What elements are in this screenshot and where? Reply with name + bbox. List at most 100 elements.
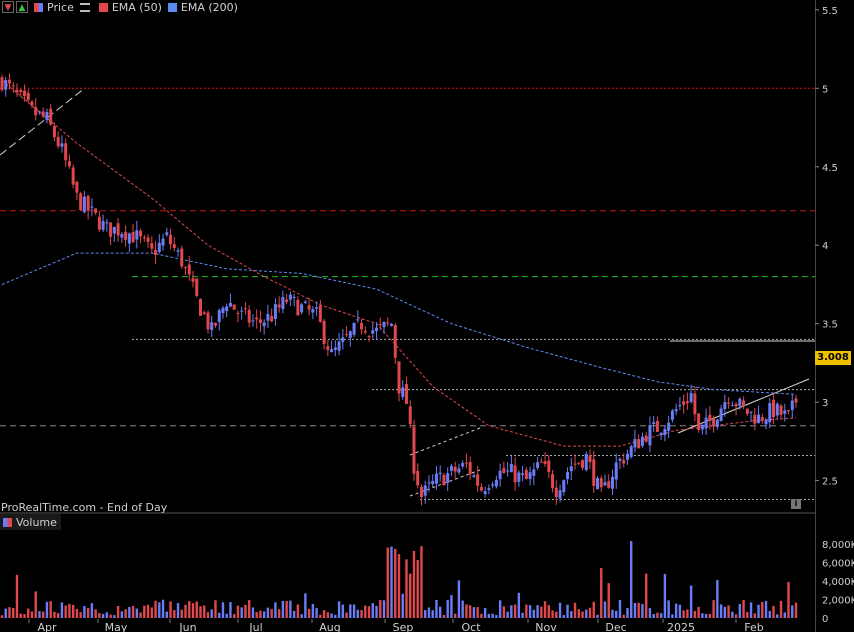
candle-body [322, 320, 326, 345]
volume-bar [761, 601, 764, 618]
arrow-down-icon[interactable]: ▼ [2, 1, 14, 13]
candle-body [468, 461, 472, 475]
candle-body [154, 250, 158, 255]
volume-tick-label: 8,000K [822, 540, 854, 551]
volume-bar [30, 611, 34, 618]
candle-body [416, 470, 420, 486]
volume-bar [386, 547, 389, 618]
volume-bar [667, 600, 670, 618]
candle-body [112, 226, 116, 234]
volume-bar [663, 574, 667, 618]
volume-tick-label: 4,000K [822, 577, 854, 588]
candle-body [165, 232, 169, 236]
candle-body [581, 460, 585, 468]
volume-bar [128, 607, 131, 618]
candle-body [749, 411, 753, 413]
candle-body [536, 462, 540, 468]
candle-body [210, 322, 214, 330]
volume-bar [15, 574, 19, 618]
volume-bar [742, 599, 745, 618]
month-label: Nov [535, 621, 557, 632]
candle-body [577, 462, 581, 464]
candle-body [225, 306, 229, 312]
volume-bar [772, 605, 775, 618]
arrow-up-icon[interactable]: ▲ [16, 1, 28, 13]
watermark: ProRealTime.com - End of Day [1, 501, 168, 514]
volume-bar [64, 605, 67, 618]
candle-body [105, 222, 109, 224]
volume-bar [764, 600, 768, 618]
candle-body [26, 92, 30, 101]
volume-bar [716, 580, 719, 618]
volume-bar [701, 613, 704, 618]
candle-body [34, 107, 38, 116]
candle-body [629, 446, 633, 457]
candle-body [566, 472, 570, 480]
info-icon[interactable]: i [791, 499, 801, 509]
volume-bar [371, 603, 374, 618]
candle-body [142, 237, 146, 239]
volume-bar [708, 613, 712, 618]
candle-body [753, 414, 757, 424]
volume-tick-label: 2,000K [822, 595, 854, 606]
volume-bar [528, 605, 532, 618]
indicator-icon[interactable] [79, 2, 90, 12]
candle-body [390, 323, 394, 326]
candle-body [558, 490, 562, 499]
price-tick-label: 3 [822, 398, 828, 409]
volume-bar [352, 604, 356, 618]
volume-bar [566, 604, 569, 618]
candle-body [453, 466, 457, 472]
candle-body [719, 408, 723, 422]
volume-bar [34, 591, 37, 618]
candle-body [371, 330, 375, 334]
volume-bar [394, 548, 397, 618]
volume-bar [600, 567, 603, 618]
volume-bar [375, 605, 378, 618]
volume-bar [731, 611, 734, 618]
volume-bar [60, 602, 64, 618]
candle-body [228, 303, 232, 307]
price-chart[interactable]: 2.5 3 3.5 4 4.5 5 5.5 0 2,000K 4,000K 6,000K 8,000K… [0, 0, 854, 632]
volume-bar [719, 604, 723, 618]
candle-body [757, 414, 761, 424]
volume-bar [281, 600, 285, 618]
candle-body [240, 310, 244, 312]
volume-bar [749, 602, 753, 618]
volume-bar [472, 607, 476, 618]
candle-body [382, 321, 386, 328]
volume-bar [8, 607, 11, 618]
volume-bar [536, 605, 539, 618]
candle-body [487, 488, 491, 490]
volume-bar [622, 614, 625, 618]
volume-bar [131, 605, 135, 618]
candle-body [4, 80, 8, 90]
volume-bar [191, 603, 195, 618]
price-swatch [34, 2, 43, 12]
volume-bar [240, 607, 243, 618]
volume-legend: Volume [0, 514, 61, 530]
candle-body [712, 418, 716, 427]
candle-body [307, 305, 311, 310]
candle-body [404, 384, 408, 404]
volume-bar [221, 602, 225, 618]
volume-bar [319, 614, 322, 618]
candle-body [659, 432, 663, 436]
candle-body [56, 136, 60, 147]
volume-bar [570, 611, 573, 618]
candle-body [139, 230, 143, 237]
candle-body [715, 419, 719, 427]
volume-bar [79, 612, 82, 618]
candle-body [41, 111, 45, 117]
candle-body [184, 267, 188, 269]
volume-bar [233, 614, 236, 618]
volume-bar [483, 608, 487, 618]
month-label: Jul [248, 621, 262, 632]
volume-bar [296, 604, 300, 618]
candle-body [303, 301, 307, 303]
volume-bar [326, 612, 330, 618]
volume-bar [409, 573, 412, 618]
volume-bar [364, 605, 367, 618]
candle-body [199, 299, 202, 316]
candle-body [82, 196, 86, 213]
